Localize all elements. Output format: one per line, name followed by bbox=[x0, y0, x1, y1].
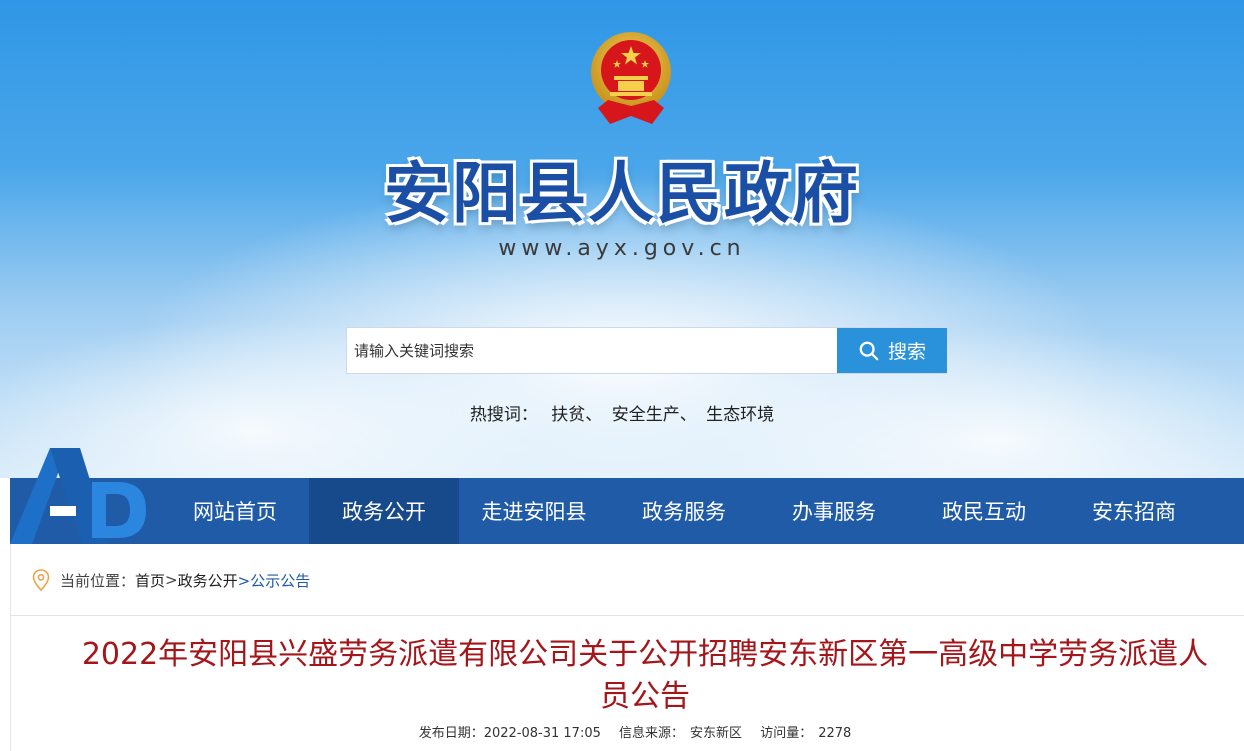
breadcrumb-section-link[interactable]: 政务公开 bbox=[178, 570, 238, 591]
nav-item-about-county[interactable]: 走进安阳县 bbox=[459, 478, 609, 544]
breadcrumb-home-link[interactable]: 首页 bbox=[135, 570, 165, 591]
search-icon bbox=[859, 341, 879, 360]
nav-item-gov-services[interactable]: 政务服务 bbox=[609, 478, 759, 544]
breadcrumb: 当前位置： 首页 > 政务公开 >公示公告 bbox=[10, 556, 1244, 604]
article-title: 2022年安阳县兴盛劳务派遣有限公司关于公开招聘安东新区第一高级中学劳务派遣人员… bbox=[81, 637, 1209, 714]
nav-item-gov-affairs[interactable]: 政务公开 bbox=[309, 478, 459, 544]
search-button-label: 搜索 bbox=[887, 341, 926, 363]
main-nav: 网站首页 政务公开 走进安阳县 政务服务 办事服务 政民互动 安东招商 bbox=[10, 478, 1244, 544]
site-title: 安阳县人民政府 bbox=[384, 155, 860, 232]
nav-item-office-services[interactable]: 办事服务 bbox=[759, 478, 909, 544]
views-label: 访问量： bbox=[760, 726, 813, 741]
search-input[interactable] bbox=[347, 328, 837, 373]
publish-date-label: 发布日期： bbox=[418, 726, 484, 741]
hot-word-link[interactable]: 生态环境 bbox=[706, 405, 774, 425]
divider bbox=[10, 615, 1244, 616]
source-value: 安东新区 bbox=[690, 726, 743, 741]
search-button[interactable]: 搜索 bbox=[837, 328, 947, 373]
hot-words: 热搜词： 扶贫、 安全生产、 生态环境 bbox=[0, 400, 1244, 425]
source-label: 信息来源： bbox=[619, 726, 685, 741]
nav-item-interaction[interactable]: 政民互动 bbox=[909, 478, 1059, 544]
national-emblem-icon bbox=[591, 32, 671, 124]
nav-item-investment[interactable]: 安东招商 bbox=[1059, 478, 1209, 544]
nav-item-home[interactable]: 网站首页 bbox=[160, 478, 310, 544]
site-url: www.ayx.gov.cn bbox=[498, 236, 746, 261]
search-box: 搜索 bbox=[346, 327, 947, 374]
location-pin-icon bbox=[32, 569, 50, 591]
article-meta: 发布日期：2022-08-31 17:05 信息来源： 安东新区 访问量： 2278 bbox=[0, 722, 1244, 741]
breadcrumb-current-link[interactable]: >公示公告 bbox=[238, 570, 311, 591]
breadcrumb-separator: > bbox=[165, 571, 178, 589]
breadcrumb-label: 当前位置： bbox=[60, 571, 136, 590]
hot-word-link[interactable]: 扶贫、 bbox=[551, 405, 602, 425]
hot-words-label: 热搜词： bbox=[469, 405, 538, 425]
publish-date: 2022-08-31 17:05 bbox=[483, 726, 601, 741]
views-count: 2278 bbox=[818, 726, 852, 741]
site-logo-icon bbox=[10, 448, 146, 544]
header-banner: 安阳县人民政府 www.ayx.gov.cn 搜索 热搜词： 扶贫、 安全生产、… bbox=[0, 0, 1244, 478]
hot-word-link[interactable]: 安全生产、 bbox=[612, 405, 697, 425]
